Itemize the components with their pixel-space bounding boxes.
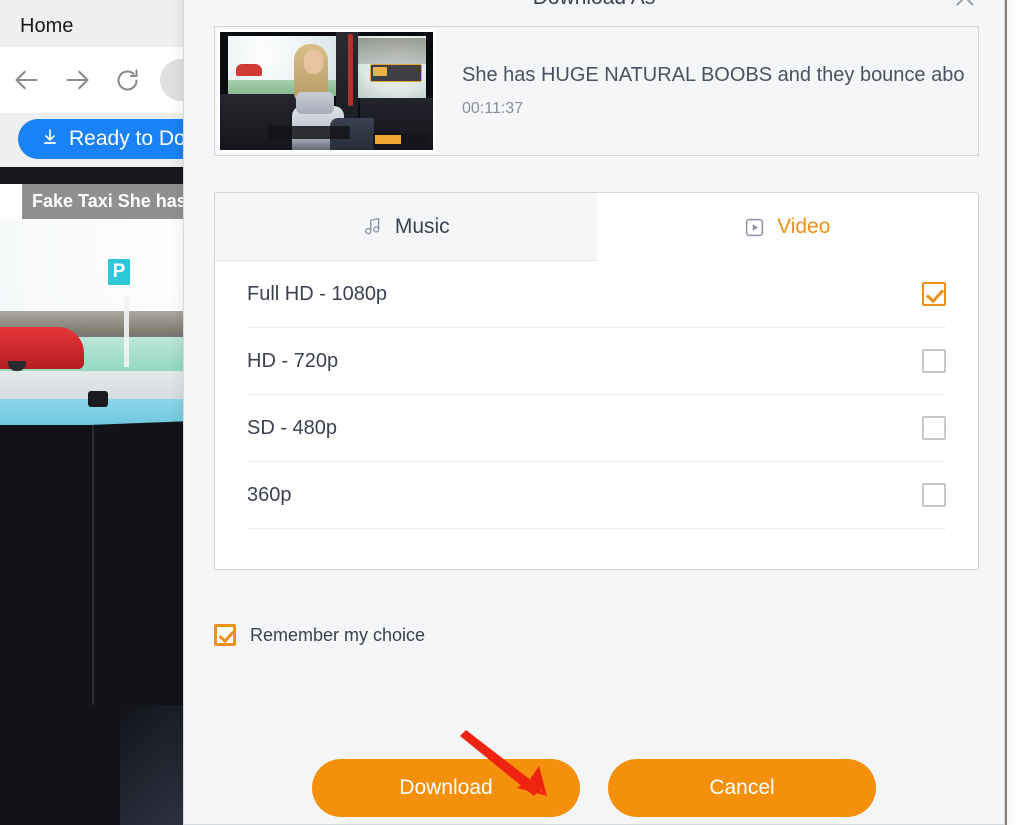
quality-label: HD - 720p xyxy=(247,349,339,372)
video-info-card: She has HUGE NATURAL BOOBS and they boun… xyxy=(214,26,979,156)
ready-to-download-label: Ready to Do xyxy=(69,127,186,150)
quality-row[interactable]: HD - 720p xyxy=(247,328,946,395)
download-arrow-icon xyxy=(40,127,60,152)
tab-video[interactable]: Video xyxy=(596,193,978,261)
quality-label: SD - 480p xyxy=(247,416,338,439)
thumb-red-trim xyxy=(348,34,353,106)
quality-checkbox-1080p[interactable] xyxy=(922,282,946,306)
page-video-title-text: Fake Taxi She has xyxy=(32,191,187,211)
format-selection-panel: Music Video Full HD - 1080p HD - 720p SD… xyxy=(214,192,979,570)
reload-icon[interactable] xyxy=(102,55,152,105)
dialog-header: Download As xyxy=(184,0,1004,28)
forward-icon[interactable] xyxy=(52,55,102,105)
video-seat-seam xyxy=(92,425,94,705)
video-thumbnail xyxy=(217,29,436,153)
close-icon[interactable] xyxy=(952,0,978,10)
back-icon[interactable] xyxy=(2,55,52,105)
thumb-site-logo xyxy=(373,133,429,146)
video-meta: She has HUGE NATURAL BOOBS and they boun… xyxy=(462,64,978,118)
quality-row[interactable]: 360p xyxy=(247,462,946,529)
tab-music-label: Music xyxy=(394,214,450,238)
thumb-red-car xyxy=(236,64,262,76)
quality-list: Full HD - 1080p HD - 720p SD - 480p 360p xyxy=(215,261,978,529)
dialog-actions: Download Cancel xyxy=(184,759,1004,817)
quality-row[interactable]: Full HD - 1080p xyxy=(247,261,946,328)
screenshot-root: Home Ready to Do Fake Taxi She has P She… xyxy=(0,0,1022,825)
quality-row[interactable]: SD - 480p xyxy=(247,395,946,462)
tab-music[interactable]: Music xyxy=(215,193,597,261)
format-tabs: Music Video xyxy=(215,193,978,261)
outer-right-margin xyxy=(1007,0,1022,825)
video-mirror xyxy=(88,391,108,407)
music-note-icon xyxy=(362,216,383,237)
thumb-trees xyxy=(354,38,426,64)
video-parking-sign: P xyxy=(106,257,132,287)
dialog-title: Download As xyxy=(184,0,1004,10)
quality-checkbox-720p[interactable] xyxy=(922,349,946,373)
video-play-icon xyxy=(744,217,765,238)
browser-tab-label: Home xyxy=(20,14,74,37)
download-button[interactable]: Download xyxy=(312,759,580,817)
video-duration: 00:11:37 xyxy=(462,100,524,117)
thumb-watermark-badge xyxy=(370,64,422,82)
thumb-subtitle-bar xyxy=(268,126,350,139)
video-title: She has HUGE NATURAL BOOBS and they boun… xyxy=(462,64,965,86)
tab-video-label: Video xyxy=(777,215,831,238)
video-pole xyxy=(124,297,129,367)
quality-label: Full HD - 1080p xyxy=(247,282,388,305)
quality-checkbox-480p[interactable] xyxy=(922,416,946,440)
remember-my-choice-row[interactable]: Remember my choice xyxy=(214,624,425,646)
remember-my-choice-checkbox[interactable] xyxy=(214,624,236,646)
remember-my-choice-label: Remember my choice xyxy=(250,624,426,645)
download-as-dialog: Download As xyxy=(183,0,1005,825)
thumb-person-top xyxy=(296,92,334,114)
cancel-button[interactable]: Cancel xyxy=(608,759,876,817)
thumb-person-face xyxy=(304,50,323,74)
quality-checkbox-360p[interactable] xyxy=(922,483,946,507)
quality-label: 360p xyxy=(247,483,292,506)
